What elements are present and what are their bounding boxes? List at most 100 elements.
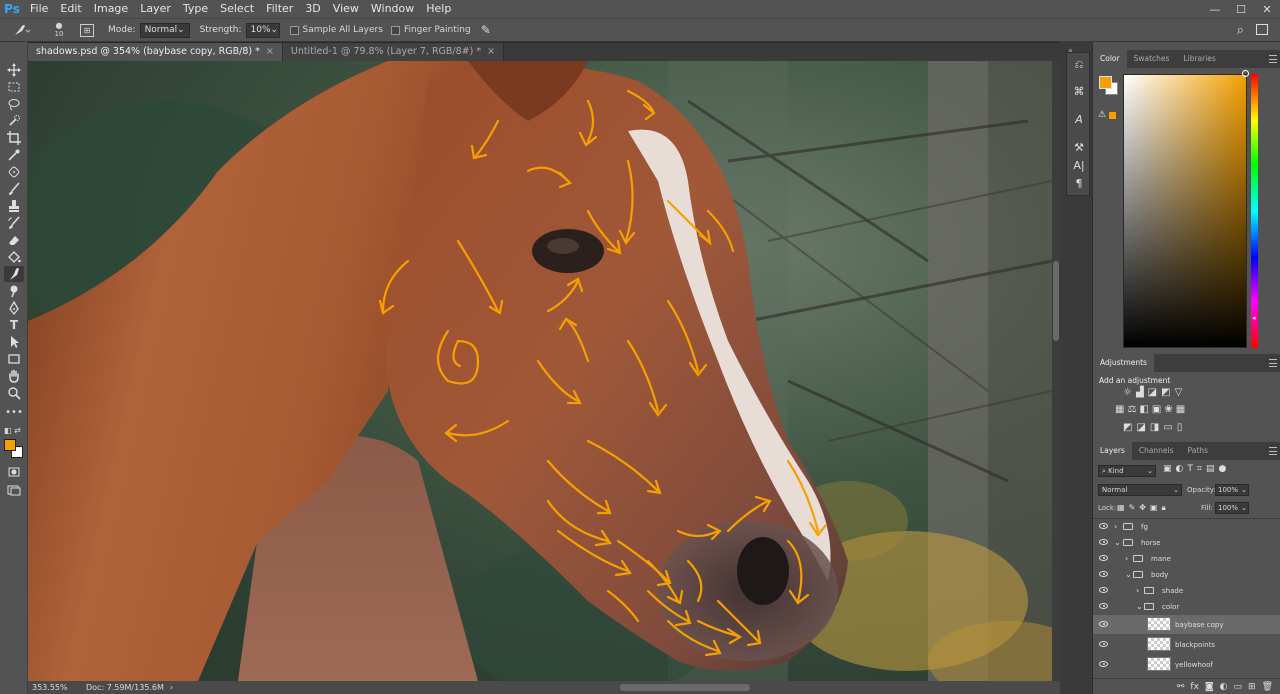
layer-row-mane[interactable]: › mane (1093, 551, 1280, 566)
color-lookup-icon[interactable]: ▦ (1176, 404, 1185, 415)
vertical-scroll-thumb[interactable] (1053, 261, 1059, 341)
lasso-tool-icon[interactable] (4, 96, 24, 112)
gradient-map-icon[interactable]: ▭ (1163, 422, 1172, 433)
more-tools-icon[interactable]: ••• (4, 404, 24, 420)
smudge-tool-icon[interactable] (4, 266, 24, 282)
zoom-level[interactable]: 353.55% (32, 683, 78, 692)
brightness-contrast-icon[interactable]: ☼ (1123, 387, 1132, 398)
visibility-eye-icon[interactable] (1099, 555, 1108, 561)
layer-row-horse[interactable]: ⌄ horse (1093, 535, 1280, 550)
zoom-tool-icon[interactable] (4, 385, 24, 401)
layer-row-shade[interactable]: › shade (1093, 583, 1280, 598)
collapse-arrow-icon[interactable]: ⌄ (1114, 538, 1121, 547)
visibility-eye-icon[interactable] (1099, 571, 1108, 577)
character-panel-icon[interactable]: A (1071, 111, 1087, 127)
brush-presets-icon[interactable]: ⌘ (1071, 83, 1087, 99)
new-layer-icon[interactable]: ⊞ (1248, 682, 1256, 692)
finger-painting-checkbox[interactable]: Finger Painting (390, 25, 471, 35)
tab-color[interactable]: Color (1093, 50, 1127, 68)
brush-size-picker[interactable]: ● 10 (48, 22, 70, 39)
opacity-input[interactable]: 100% ⌄ (1215, 484, 1249, 496)
color-balance-icon[interactable]: ⚖ (1127, 404, 1136, 415)
close-icon[interactable]: × (487, 46, 495, 57)
layer-row-color[interactable]: ⌄ color (1093, 599, 1280, 614)
threshold-icon[interactable]: ◨ (1150, 422, 1159, 433)
filter-type-icon[interactable]: T (1187, 464, 1193, 474)
vibrance-icon[interactable]: ▽ (1175, 387, 1183, 398)
menu-layer[interactable]: Layer (134, 0, 177, 18)
filter-smart-object-icon[interactable]: ▤ (1206, 464, 1215, 474)
eraser-tool-icon[interactable] (4, 232, 24, 248)
posterize-icon[interactable]: ◪ (1136, 422, 1145, 433)
visibility-eye-icon[interactable] (1099, 539, 1108, 545)
filter-shape-icon[interactable]: ⌗ (1197, 464, 1202, 474)
menu-file[interactable]: File (24, 0, 54, 18)
invert-icon[interactable]: ◩ (1123, 422, 1132, 433)
menu-select[interactable]: Select (214, 0, 260, 18)
selective-color-icon[interactable]: ▯ (1177, 422, 1183, 433)
history-brush-tool-icon[interactable] (4, 215, 24, 231)
visibility-eye-icon[interactable] (1099, 603, 1108, 609)
expand-arrow-icon[interactable]: › (1114, 522, 1117, 531)
photo-filter-icon[interactable]: ▣ (1152, 404, 1161, 415)
lock-pixels-icon[interactable]: ✎ (1129, 503, 1136, 513)
visibility-eye-icon[interactable] (1099, 587, 1108, 593)
levels-icon[interactable]: ▟ (1136, 387, 1144, 398)
layer-row-fg[interactable]: › fg (1093, 519, 1280, 534)
healing-brush-tool-icon[interactable] (4, 164, 24, 180)
hue-saturation-icon[interactable]: ▦ (1115, 404, 1124, 415)
brush-tool-icon[interactable] (4, 181, 24, 197)
fill-input[interactable]: 100% ⌄ (1215, 502, 1249, 514)
visibility-eye-icon[interactable] (1099, 621, 1108, 627)
panel-menu-icon[interactable] (1269, 55, 1277, 63)
brush-panel-toggle-icon[interactable]: ⊞ (80, 23, 94, 37)
character-styles-icon[interactable]: A| (1071, 157, 1087, 173)
mode-select[interactable]: Normal ⌄ (139, 22, 190, 38)
gamut-color-chip[interactable] (1109, 112, 1116, 119)
move-tool-icon[interactable] (4, 62, 24, 78)
close-window-button[interactable]: ✕ (1254, 0, 1280, 18)
visibility-eye-icon[interactable] (1099, 523, 1108, 529)
tab-shadows-psd[interactable]: shadows.psd @ 354% (baybase copy, RGB/8)… (28, 43, 283, 61)
curves-icon[interactable]: ◪ (1148, 387, 1157, 398)
layer-filter-kind[interactable]: ⌕ Kind ⌄ (1098, 465, 1156, 477)
filter-adjustment-icon[interactable]: ◐ (1176, 464, 1184, 474)
document-canvas[interactable] (28, 61, 1052, 681)
status-arrow-icon[interactable]: › (170, 683, 173, 692)
type-tool-icon[interactable]: T (4, 317, 24, 333)
hue-slider[interactable] (1251, 74, 1258, 348)
smudge-tool-preset-icon[interactable] (12, 23, 36, 37)
new-group-icon[interactable]: ▭ (1234, 682, 1243, 692)
expand-arrow-icon[interactable]: › (1136, 586, 1139, 595)
lock-transparency-icon[interactable]: ▦ (1117, 503, 1125, 513)
panel-menu-icon[interactable] (1269, 359, 1277, 367)
menu-edit[interactable]: Edit (54, 0, 87, 18)
visibility-eye-icon[interactable] (1099, 661, 1108, 667)
tab-swatches[interactable]: Swatches (1127, 50, 1177, 68)
exposure-icon[interactable]: ◩ (1161, 387, 1170, 398)
layer-row-body[interactable]: ⌄ body (1093, 567, 1280, 582)
screen-mode-icon[interactable] (4, 482, 24, 498)
link-layers-icon[interactable]: ⚯ (1177, 682, 1185, 692)
pen-tool-icon[interactable] (4, 300, 24, 316)
black-white-icon[interactable]: ◧ (1139, 404, 1148, 415)
history-panel-icon[interactable]: ⎌ (1071, 57, 1087, 73)
layer-style-icon[interactable]: fx (1190, 682, 1199, 692)
tab-paths[interactable]: Paths (1181, 442, 1215, 460)
color-fg-swatch[interactable] (1099, 76, 1112, 89)
eyedropper-tool-icon[interactable] (4, 147, 24, 163)
workspace-icon[interactable] (1256, 24, 1268, 35)
collapse-arrow-icon[interactable]: ⌄ (1125, 570, 1132, 579)
quick-mask-icon[interactable] (4, 464, 24, 480)
strength-input[interactable]: 10% ⌄ (245, 22, 280, 38)
pressure-icon[interactable]: ✎ (481, 23, 491, 37)
horizontal-scrollbar[interactable] (228, 683, 1068, 692)
tab-layers[interactable]: Layers (1093, 442, 1132, 460)
menu-3d[interactable]: 3D (299, 0, 326, 18)
menu-help[interactable]: Help (420, 0, 457, 18)
lock-artboard-icon[interactable]: ▣ (1150, 503, 1158, 513)
delete-layer-icon[interactable]: 🗑︎ (1262, 682, 1273, 692)
crop-tool-icon[interactable] (4, 130, 24, 146)
paragraph-panel-icon[interactable]: ¶ (1071, 175, 1087, 191)
new-adjustment-layer-icon[interactable]: ◐ (1220, 682, 1228, 692)
